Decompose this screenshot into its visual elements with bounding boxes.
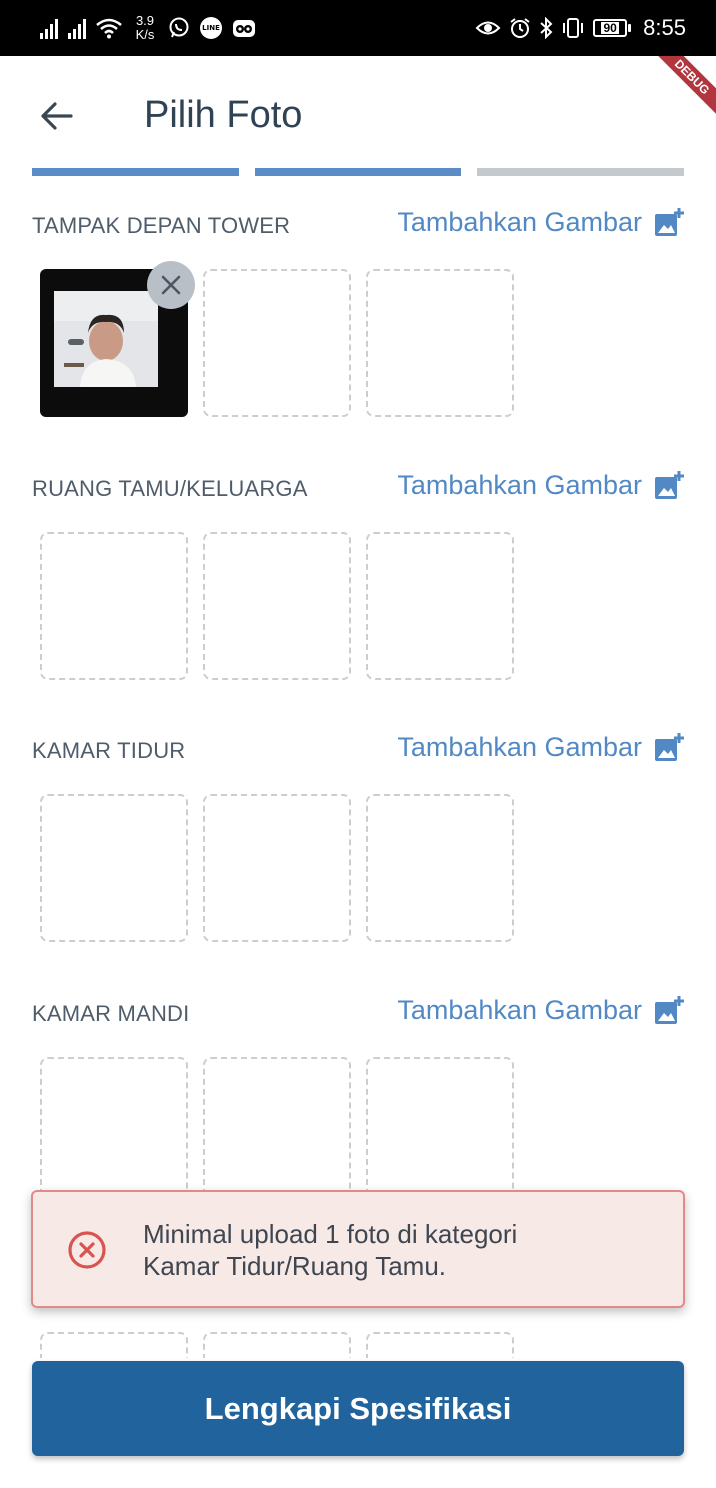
add-photo-icon (655, 470, 684, 499)
step-progress-segment (477, 168, 685, 176)
wifi-icon (96, 18, 122, 39)
alarm-icon (510, 18, 530, 38)
photo-grid (40, 261, 514, 417)
photo-grid (40, 1057, 514, 1205)
back-button[interactable] (32, 92, 80, 140)
photo-image (54, 291, 158, 387)
toast-message-line: Kamar Tidur/Ruang Tamu. (143, 1251, 446, 1281)
app-bar: Pilih Foto (0, 56, 716, 166)
section-title: RUANG TAMU/KELUARGA (32, 476, 308, 501)
step-progress-segment (254, 168, 462, 176)
empty-photo-slot[interactable] (366, 794, 514, 942)
close-icon (161, 275, 181, 295)
complete-specification-button[interactable]: Lengkapi Spesifikasi (32, 1361, 684, 1456)
line-icon: LINE (200, 17, 222, 39)
network-speed-unit: K/s (135, 27, 155, 42)
page-title: Pilih Foto (144, 94, 303, 136)
empty-photo-slot[interactable] (40, 1057, 188, 1205)
status-bar-right: 90 8:55 (475, 10, 686, 46)
photo-grid (40, 532, 514, 680)
section-title: TAMPAK DEPAN TOWER (32, 213, 291, 238)
signal-icon (68, 17, 86, 39)
photo-thumbnail[interactable] (40, 261, 195, 417)
add-photo-icon (655, 732, 684, 761)
tripadvisor-icon (233, 20, 255, 37)
add-image-button[interactable]: Tambahkan Gambar (397, 470, 684, 501)
empty-photo-slot[interactable] (366, 269, 514, 417)
status-bar: 3.9 K/s LINE 90 8:55 (0, 0, 716, 56)
step-progress (32, 168, 685, 176)
add-photo-icon (655, 995, 684, 1024)
add-image-button[interactable]: Tambahkan Gambar (397, 732, 684, 763)
empty-photo-slot[interactable] (366, 1057, 514, 1205)
add-image-label: Tambahkan Gambar (397, 732, 642, 762)
empty-photo-slot[interactable] (203, 1057, 351, 1205)
status-bar-left: 3.9 K/s LINE (40, 10, 256, 46)
add-image-label: Tambahkan Gambar (397, 207, 642, 237)
add-image-label: Tambahkan Gambar (397, 995, 642, 1025)
add-image-button[interactable]: Tambahkan Gambar (397, 207, 684, 238)
section-title: KAMAR TIDUR (32, 738, 186, 763)
empty-photo-slot[interactable] (40, 532, 188, 680)
empty-photo-slot[interactable] (203, 532, 351, 680)
clock: 8:55 (643, 15, 686, 40)
battery-level: 90 (601, 21, 619, 35)
signal-icon (40, 17, 58, 39)
step-progress-segment (32, 168, 239, 176)
network-speed-value: 3.9 (135, 13, 155, 28)
add-image-button[interactable]: Tambahkan Gambar (397, 995, 684, 1026)
battery-icon: 90 (593, 19, 632, 37)
error-circle-icon (68, 1231, 106, 1269)
empty-photo-slot[interactable] (40, 794, 188, 942)
toast-message: Minimal upload 1 foto di kategori Kamar … (143, 1218, 517, 1282)
eye-icon (475, 21, 501, 35)
empty-photo-slot[interactable] (366, 532, 514, 680)
whatsapp-icon (169, 17, 189, 38)
photo-grid (40, 794, 514, 942)
add-photo-icon (655, 207, 684, 236)
network-speed: 3.9 K/s (132, 14, 158, 42)
vibrate-icon (563, 18, 584, 38)
empty-photo-slot[interactable] (203, 269, 351, 417)
toast-message-line: Minimal upload 1 foto di kategori (143, 1219, 518, 1249)
section-title: KAMAR MANDI (32, 1001, 190, 1026)
arrow-back-icon (41, 102, 73, 130)
add-image-label: Tambahkan Gambar (397, 470, 642, 500)
empty-photo-slot[interactable] (203, 794, 351, 942)
error-toast: Minimal upload 1 foto di kategori Kamar … (31, 1190, 685, 1308)
remove-photo-button[interactable] (147, 261, 195, 309)
bluetooth-icon (540, 17, 553, 39)
